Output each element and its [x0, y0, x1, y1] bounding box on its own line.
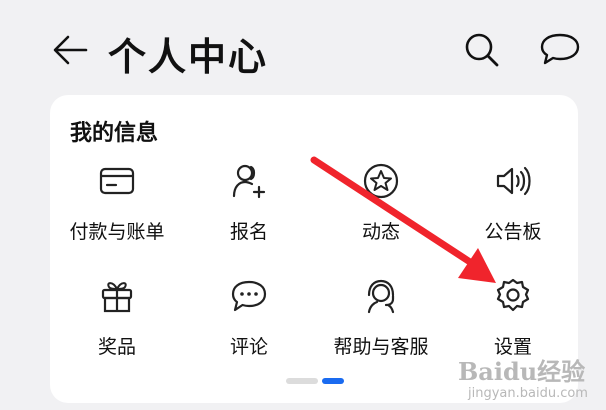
speaker-icon: [496, 166, 531, 196]
page-dot-active: [322, 378, 344, 384]
menu-item-label: 评论: [229, 336, 268, 358]
back-arrow-icon[interactable]: [50, 30, 90, 70]
star-circle-icon: [363, 163, 399, 199]
page-indicator: [286, 378, 344, 384]
comment-icon: [231, 280, 267, 312]
menu-item-label: 动态: [361, 221, 400, 243]
card-icon: [99, 167, 135, 195]
page-dot: [286, 378, 318, 384]
menu-item-label: 奖品: [97, 336, 136, 358]
menu-item-signup[interactable]: 报名: [183, 163, 315, 263]
watermark: Baidu经验 jingyan.baidu.com: [458, 352, 606, 410]
top-bar: 个人中心: [0, 0, 606, 95]
watermark-text: Baidu经验: [458, 357, 586, 386]
page-title: 个人中心: [108, 35, 269, 79]
headset-icon: [367, 279, 395, 314]
gear-icon: [496, 278, 530, 312]
message-icon[interactable]: [538, 30, 582, 70]
watermark-url: jingyan.baidu.com: [468, 386, 588, 401]
menu-item-label: 帮助与客服: [333, 336, 429, 358]
menu-item-prizes[interactable]: 奖品: [51, 278, 183, 378]
menu-item-help-service[interactable]: 帮助与客服: [315, 278, 447, 378]
gift-icon: [101, 282, 133, 313]
menu-item-payment[interactable]: 付款与账单: [51, 163, 183, 263]
add-user-icon: [232, 164, 266, 199]
menu-item-comments[interactable]: 评论: [183, 278, 315, 378]
card-title: 我的信息: [70, 121, 159, 146]
menu-item-bulletin[interactable]: 公告板: [447, 163, 579, 263]
menu-item-label: 付款与账单: [69, 221, 165, 243]
menu-item-label: 报名: [229, 221, 268, 243]
menu-item-label: 公告板: [484, 221, 542, 243]
menu-item-activity[interactable]: 动态: [315, 163, 447, 263]
search-icon[interactable]: [462, 30, 502, 70]
